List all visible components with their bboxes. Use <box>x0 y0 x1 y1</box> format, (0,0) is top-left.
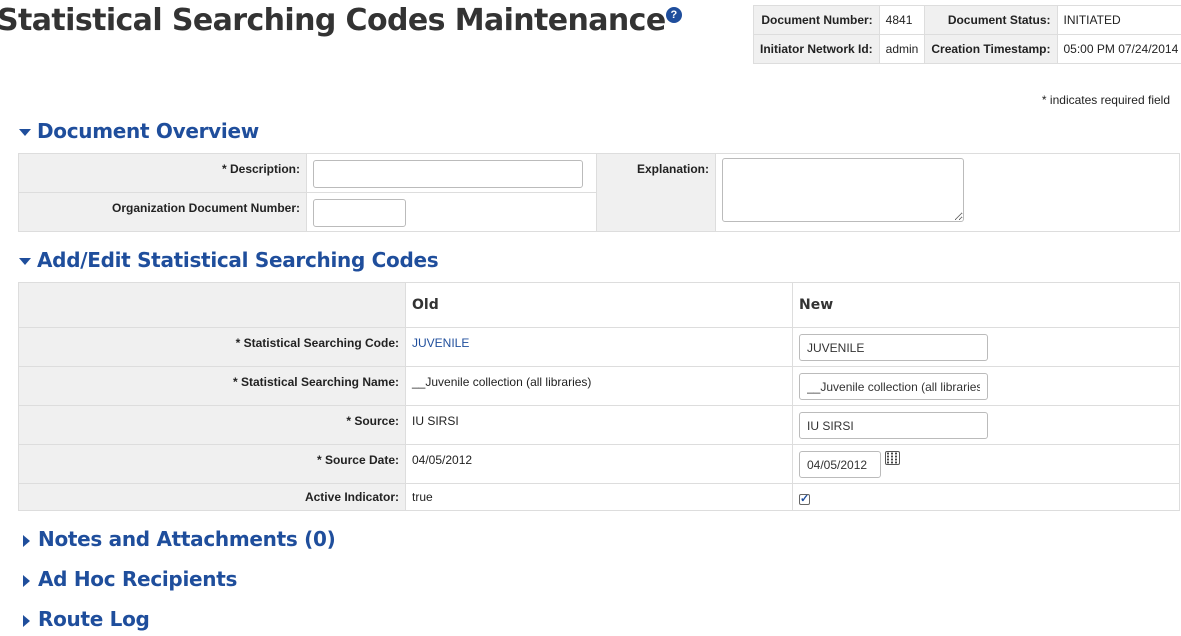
table-row: * Statistical Searching Name: __Juvenile… <box>18 366 1180 406</box>
expand-triangle-icon <box>23 614 30 627</box>
document-overview-table: * Description: Explanation: Organization… <box>18 153 1180 232</box>
org-doc-number-label: Organization Document Number: <box>18 192 307 232</box>
section-title: Document Overview <box>37 119 259 143</box>
code-old-cell: JUVENILE <box>405 327 793 367</box>
created-value: 05:00 PM 07/24/2014 <box>1056 34 1181 64</box>
explanation-cell <box>715 153 1180 232</box>
created-label: Creation Timestamp: <box>924 34 1058 64</box>
section-document-overview[interactable]: Document Overview <box>19 119 259 143</box>
calendar-icon[interactable] <box>885 451 900 465</box>
name-old-value: __Juvenile collection (all libraries) <box>405 366 793 406</box>
source-date-new-cell <box>792 444 1180 484</box>
collapse-triangle-icon <box>19 258 31 265</box>
description-label: * Description: <box>18 153 307 193</box>
org-doc-number-cell <box>306 192 597 232</box>
active-old-value: true <box>405 483 793 511</box>
section-title: Add/Edit Statistical Searching Codes <box>37 248 439 272</box>
code-new-cell <box>792 327 1180 367</box>
expand-triangle-icon <box>23 534 30 547</box>
label-column-header <box>18 282 406 328</box>
table-row: * Source: IU SIRSI <box>18 405 1180 445</box>
doc-status-value: INITIATED <box>1056 5 1181 35</box>
name-new-input[interactable] <box>799 373 988 400</box>
active-indicator-label: Active Indicator: <box>18 483 406 511</box>
active-new-cell: ✓ <box>792 483 1180 511</box>
section-title: Route Log <box>38 607 150 631</box>
explanation-textarea[interactable] <box>722 158 964 222</box>
doc-status-label: Document Status: <box>924 5 1058 35</box>
page-title-text: Statistical Searching Codes Maintenance <box>0 3 666 38</box>
table-row: * Source Date: 04/05/2012 <box>18 444 1180 484</box>
description-input[interactable] <box>313 160 583 188</box>
source-new-cell <box>792 405 1180 445</box>
section-ad-hoc-recipients[interactable]: Ad Hoc Recipients <box>19 567 237 591</box>
active-indicator-checkbox[interactable]: ✓ <box>799 494 810 505</box>
name-new-cell <box>792 366 1180 406</box>
source-date-label: * Source Date: <box>18 444 406 484</box>
source-old-value: IU SIRSI <box>405 405 793 445</box>
section-route-log[interactable]: Route Log <box>19 607 150 631</box>
expand-triangle-icon <box>23 574 30 587</box>
table-row: Active Indicator: true ✓ <box>18 483 1180 511</box>
code-label: * Statistical Searching Code: <box>18 327 406 367</box>
new-column-header: New <box>792 282 1180 328</box>
description-cell <box>306 153 597 193</box>
help-icon[interactable]: ? <box>665 7 682 23</box>
maintenance-table: Old New * Statistical Searching Code: JU… <box>18 282 1180 511</box>
old-column-header: Old <box>405 282 793 328</box>
initiator-value: admin <box>878 34 926 64</box>
code-old-link[interactable]: JUVENILE <box>412 336 469 350</box>
explanation-label: Explanation: <box>596 153 716 232</box>
section-add-edit-codes[interactable]: Add/Edit Statistical Searching Codes <box>19 248 439 272</box>
source-new-input[interactable] <box>799 412 988 439</box>
source-label: * Source: <box>18 405 406 445</box>
required-field-note: * indicates required field <box>1041 93 1170 107</box>
document-info-table: Document Number: 4841 Document Status: I… <box>753 5 1181 64</box>
section-title: Notes and Attachments (0) <box>38 527 336 551</box>
name-label: * Statistical Searching Name: <box>18 366 406 406</box>
code-new-input[interactable] <box>799 334 988 361</box>
doc-number-value: 4841 <box>878 5 926 35</box>
source-date-old-value: 04/05/2012 <box>405 444 793 484</box>
section-notes-attachments[interactable]: Notes and Attachments (0) <box>19 527 336 551</box>
collapse-triangle-icon <box>19 129 31 136</box>
org-doc-number-input[interactable] <box>313 199 406 227</box>
source-date-input[interactable] <box>799 451 881 478</box>
initiator-label: Initiator Network Id: <box>753 34 880 64</box>
doc-number-label: Document Number: <box>753 5 880 35</box>
page-title: Statistical Searching Codes Maintenance? <box>0 3 682 38</box>
table-row: * Statistical Searching Code: JUVENILE <box>18 327 1180 367</box>
section-title: Ad Hoc Recipients <box>38 567 238 591</box>
